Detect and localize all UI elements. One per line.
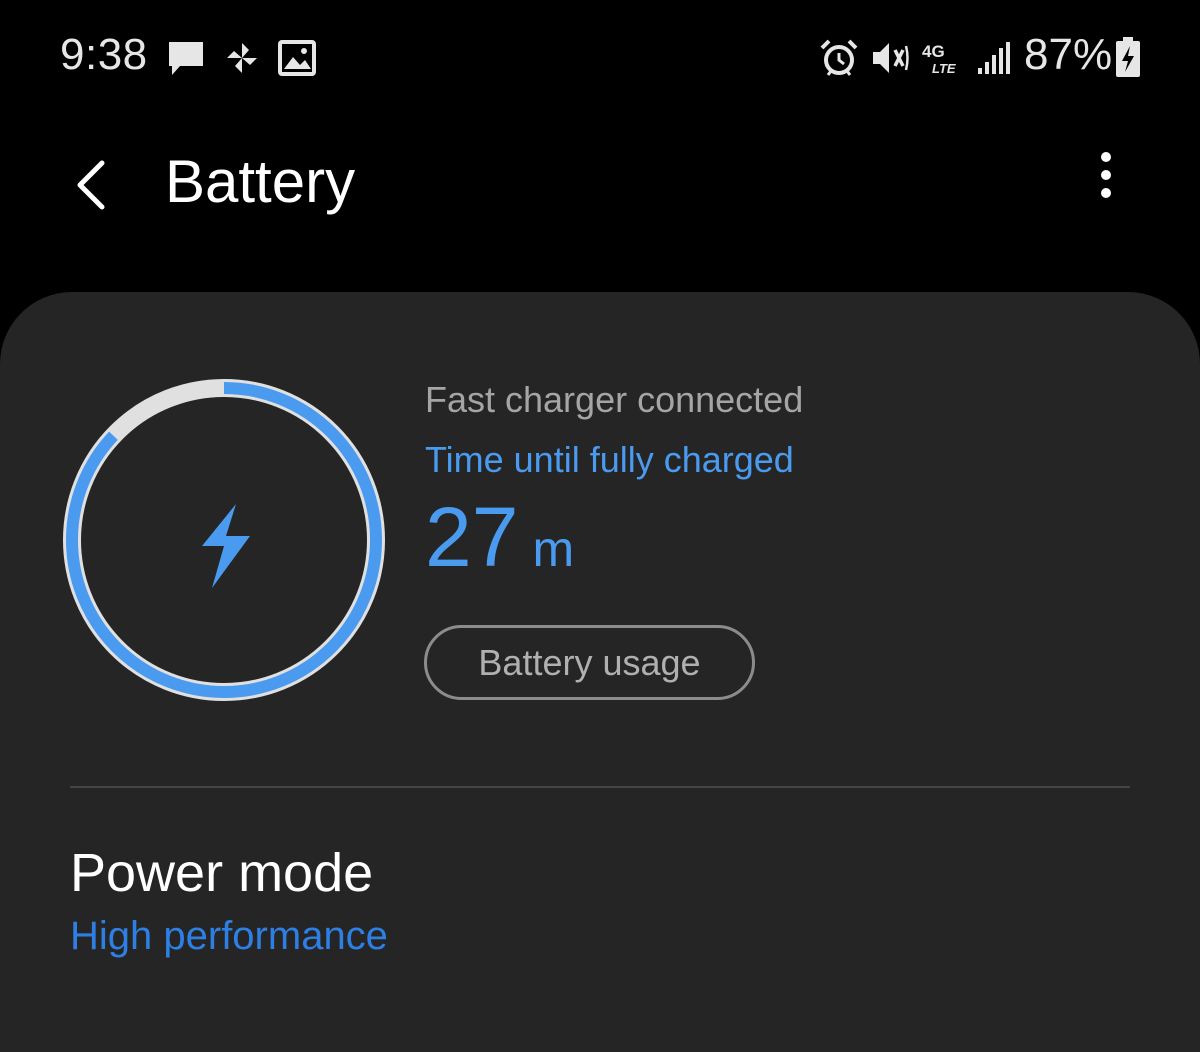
power-mode-item[interactable]: Power mode High performance bbox=[0, 822, 1200, 982]
svg-text:LTE: LTE bbox=[932, 61, 956, 76]
time-until-full-label: Time until fully charged bbox=[425, 439, 794, 480]
lightning-bolt-icon bbox=[202, 504, 250, 588]
battery-charging-icon bbox=[1116, 37, 1140, 77]
lte-icon: 4G LTE bbox=[922, 42, 956, 76]
power-mode-value: High performance bbox=[70, 914, 388, 958]
battery-usage-button[interactable]: Battery usage bbox=[424, 625, 755, 700]
power-mode-title: Power mode bbox=[70, 843, 374, 903]
battery-percent: 87% bbox=[1024, 30, 1113, 79]
gallery-icon bbox=[278, 40, 316, 76]
vibrate-mute-icon bbox=[873, 43, 909, 73]
message-icon bbox=[169, 42, 203, 75]
charge-info: Fast charger connected Time until fully … bbox=[425, 378, 803, 607]
more-options-button[interactable] bbox=[1078, 145, 1134, 215]
status-bar: 9:38 4G LTE 87% bbox=[0, 0, 1200, 115]
app-header: Battery bbox=[0, 115, 1200, 255]
more-vertical-icon bbox=[1101, 152, 1111, 198]
svg-text:4G: 4G bbox=[922, 42, 945, 61]
divider bbox=[70, 786, 1130, 788]
time-number: 27 bbox=[425, 490, 519, 584]
status-time: 9:38 bbox=[60, 30, 148, 79]
back-button[interactable] bbox=[62, 145, 122, 215]
signal-icon bbox=[978, 42, 1010, 74]
time-until-full-value: 27 m bbox=[425, 492, 803, 607]
pinwheel-icon bbox=[227, 43, 257, 73]
page-title: Battery bbox=[165, 148, 356, 215]
charger-status: Fast charger connected bbox=[425, 379, 804, 420]
back-chevron-icon bbox=[77, 160, 105, 210]
alarm-icon bbox=[820, 39, 858, 76]
battery-ring bbox=[60, 376, 388, 704]
battery-card: Fast charger connected Time until fully … bbox=[0, 292, 1200, 1052]
time-unit: m bbox=[532, 521, 575, 577]
